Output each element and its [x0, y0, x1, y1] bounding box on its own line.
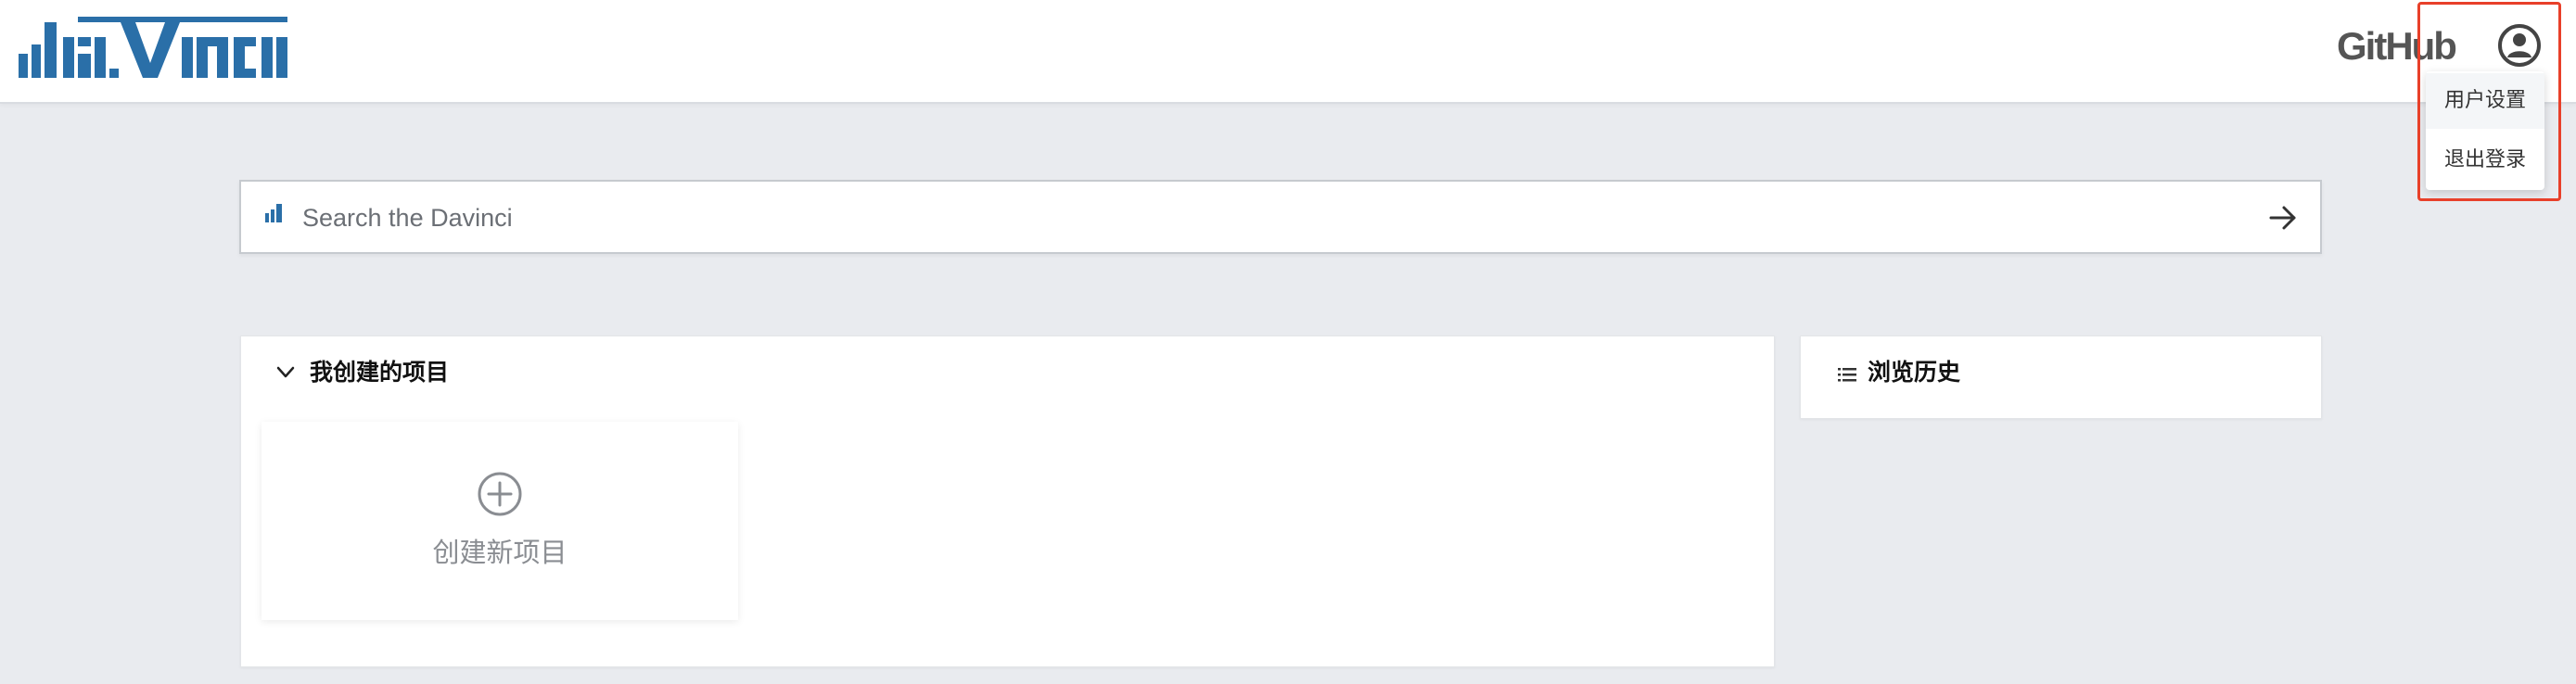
my-projects-title: 我创建的项目	[310, 359, 450, 386]
create-project-card[interactable]: 创建新项目	[261, 422, 738, 620]
arrow-right-icon[interactable]	[2268, 203, 2298, 233]
chevron-down-icon[interactable]	[276, 366, 295, 379]
browse-history-title: 浏览历史	[1868, 359, 1961, 386]
plus-circle-icon	[478, 472, 522, 516]
my-projects-panel: 我创建的项目 创建新项目	[240, 336, 1775, 667]
annotation-highlight-box	[2417, 2, 2561, 201]
davinci-logo[interactable]	[19, 17, 289, 78]
top-header: GitHub	[0, 0, 2576, 104]
search-input[interactable]	[300, 193, 2233, 243]
create-project-label: 创建新项目	[432, 537, 567, 568]
davinci-small-logo-icon	[265, 204, 282, 222]
search-bar	[239, 180, 2322, 254]
list-icon	[1838, 368, 1856, 382]
browse-history-panel: 浏览历史	[1800, 336, 2322, 419]
